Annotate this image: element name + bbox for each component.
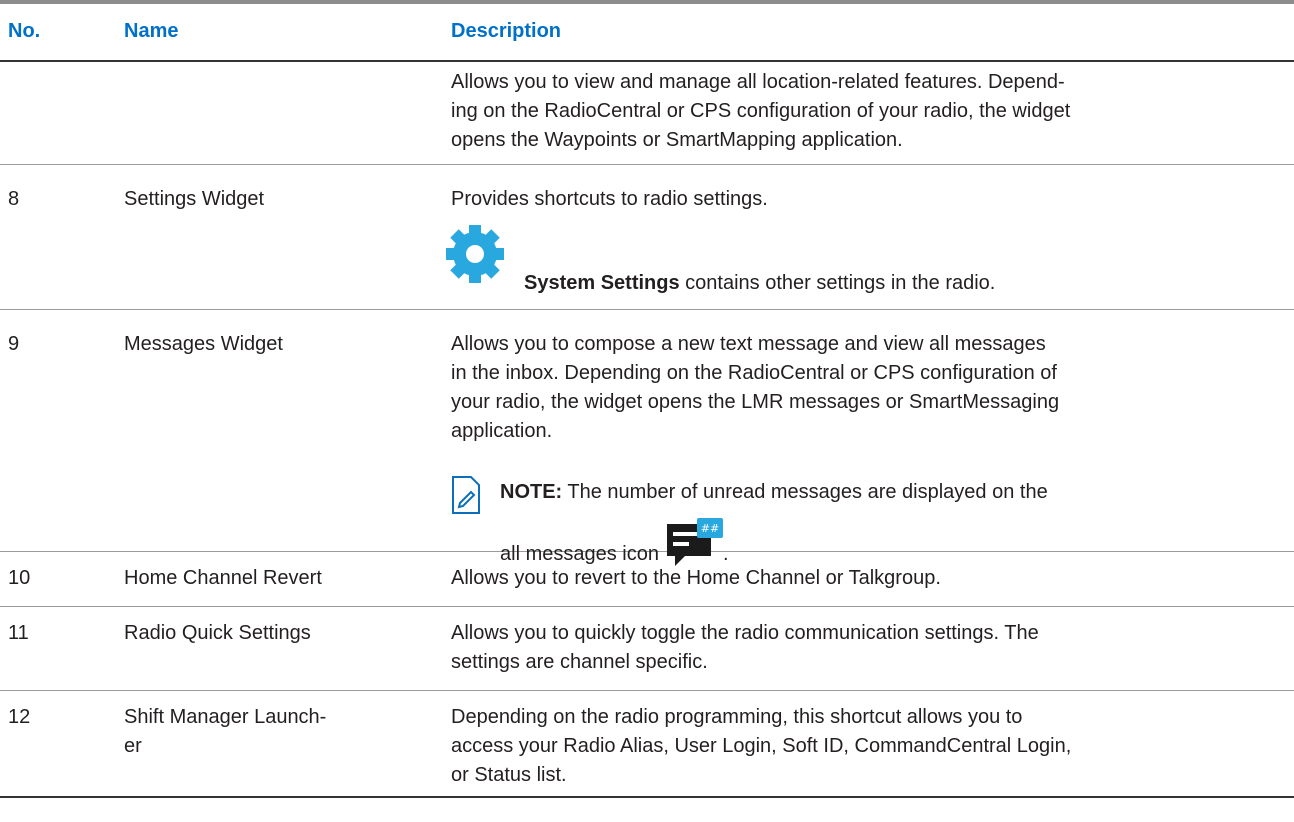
row-number: 12 <box>8 706 31 728</box>
note-body: The number of unread messages are displa… <box>562 481 1048 503</box>
desc-line: your radio, the widget opens the LMR mes… <box>451 391 1060 413</box>
table-row: 12 Shift Manager Launch- er Depending on… <box>0 691 1294 798</box>
desc-line: opens the Waypoints or SmartMapping appl… <box>451 129 903 151</box>
gear-icon <box>446 225 504 283</box>
note-text: NOTE: The number of unread messages are … <box>500 478 1280 507</box>
table-row: 11 Radio Quick Settings Allows you to qu… <box>0 607 1294 691</box>
note-icon <box>452 476 480 514</box>
row-name: Messages Widget <box>124 333 283 355</box>
desc-line: or Status list. <box>451 764 567 786</box>
table-row: Allows you to view and manage all locati… <box>0 62 1294 165</box>
row-number: 9 <box>8 333 20 355</box>
desc-line: Allows you to quickly toggle the radio c… <box>451 622 1039 644</box>
desc-line: settings are channel specific. <box>451 651 708 673</box>
row-name: Settings Widget <box>124 188 265 210</box>
header-description: Description <box>451 20 562 42</box>
system-settings-label: System Settings <box>524 272 680 294</box>
row-description: Allows you to quickly toggle the radio c… <box>451 619 1281 677</box>
row-name: Home Channel Revert <box>124 567 322 589</box>
desc-line: in the inbox. Depending on the RadioCent… <box>451 362 1057 384</box>
row-number: 11 <box>8 622 29 644</box>
table-row: 9 Messages Widget Allows you to compose … <box>0 310 1294 566</box>
row-number: 8 <box>8 188 20 210</box>
name-line: Shift Manager Launch- <box>124 706 327 728</box>
desc-line: ing on the RadioCentral or CPS configura… <box>451 100 1071 122</box>
desc-line: Allows you to compose a new text message… <box>451 333 1046 355</box>
table-header: No. Name Description <box>0 4 1294 62</box>
name-line: er <box>124 735 142 757</box>
row-name: Shift Manager Launch- er <box>124 703 424 761</box>
row-description: Depending on the radio programming, this… <box>451 703 1281 790</box>
system-settings-desc: contains other settings in the radio. <box>679 272 996 294</box>
system-settings-text: System Settings contains other settings … <box>524 269 1284 298</box>
desc-line: Allows you to view and manage all locati… <box>451 71 1065 93</box>
header-name: Name <box>124 20 179 42</box>
table-row: 8 Settings Widget Provides shortcuts to … <box>0 165 1294 310</box>
header-no: No. <box>8 20 41 42</box>
desc-line: access your Radio Alias, User Login, Sof… <box>451 735 1072 757</box>
row-name: Radio Quick Settings <box>124 622 311 644</box>
row-description: Provides shortcuts to radio settings. <box>451 188 768 210</box>
desc-line: application. <box>451 420 553 442</box>
row-description: Allows you to compose a new text message… <box>451 330 1281 446</box>
table-row: 10 Home Channel Revert Allows you to rev… <box>0 552 1294 607</box>
row-number: 10 <box>8 567 31 589</box>
row-description: Allows you to revert to the Home Channel… <box>451 567 941 589</box>
note-label: NOTE: <box>500 481 563 503</box>
desc-line: Depending on the radio programming, this… <box>451 706 1023 728</box>
svg-text:##: ## <box>701 522 719 535</box>
row-description: Allows you to view and manage all locati… <box>451 68 1281 155</box>
